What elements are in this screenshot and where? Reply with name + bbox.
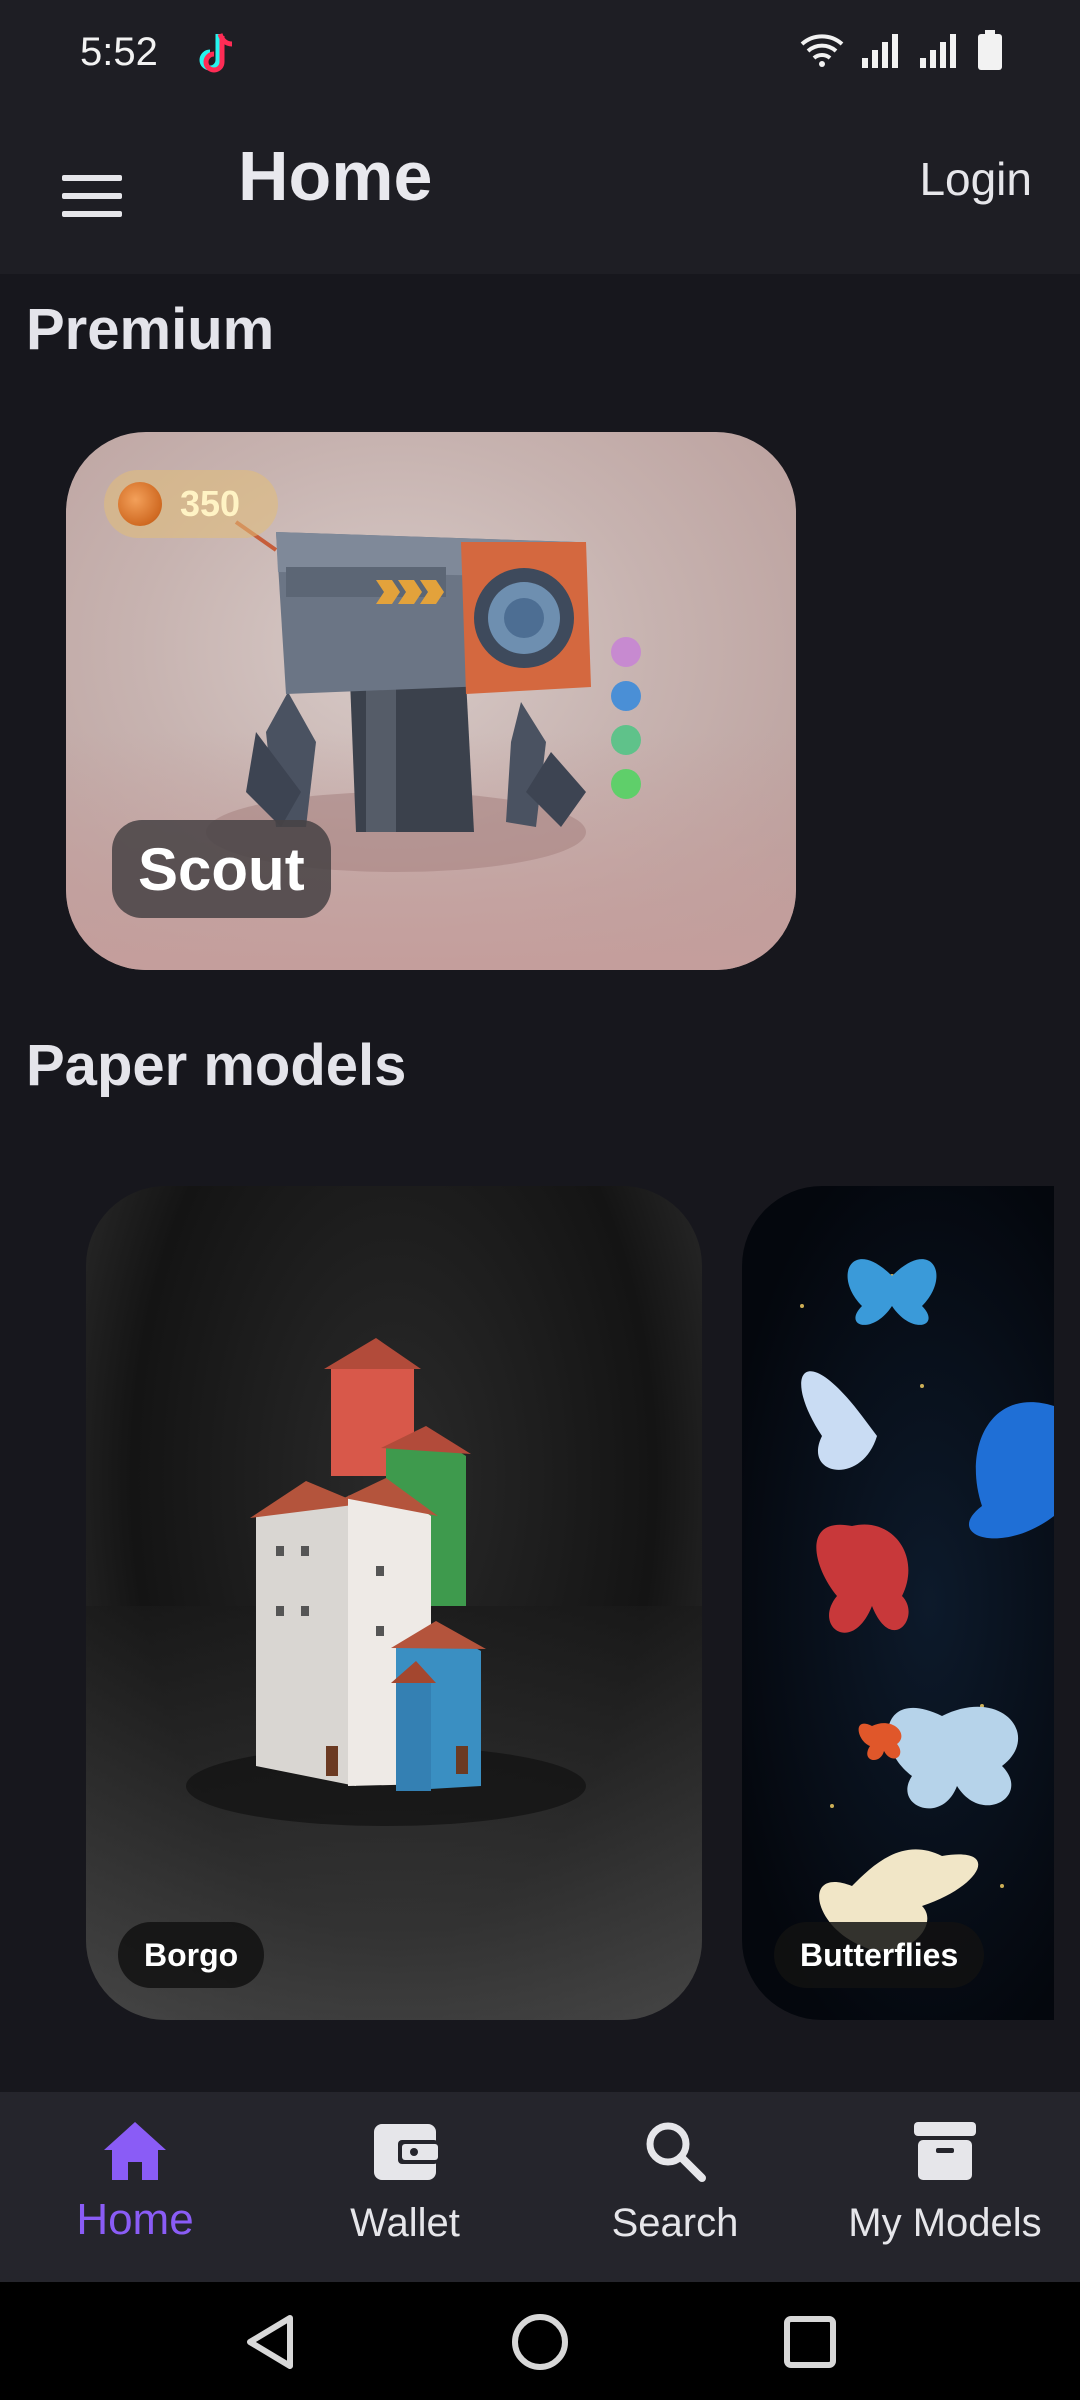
price-badge: 350	[104, 470, 278, 538]
search-icon	[642, 2120, 708, 2187]
back-icon[interactable]	[240, 2312, 300, 2372]
price-value: 350	[180, 483, 241, 524]
nav-search-label: Search	[611, 2201, 739, 2245]
paper-models-section-title: Paper models	[26, 1033, 407, 1098]
home-icon	[102, 2120, 168, 2187]
color-options	[611, 637, 641, 799]
butterflies-model-image	[800, 1259, 1054, 1952]
nav-wallet[interactable]: Wallet	[270, 2120, 540, 2270]
paper-model-card-butterflies[interactable]: Butterflies	[742, 1186, 1054, 2020]
premium-model-card[interactable]: 350 Scout	[66, 432, 796, 970]
tiktok-icon	[196, 30, 240, 76]
screen: 5:52 Home Login Premium 350 Scout Paper …	[0, 0, 1080, 2400]
battery-icon	[978, 30, 1002, 70]
model-name-borgo: Borgo	[118, 1922, 265, 1988]
status-time: 5:52	[80, 30, 158, 74]
color-option-pink[interactable]	[611, 637, 641, 667]
app-bar: Home Login	[0, 106, 1080, 274]
bottom-navigation: Home Wallet Search My Models	[0, 2092, 1080, 2282]
coin-icon	[118, 482, 162, 526]
home-circle-icon[interactable]	[510, 2312, 570, 2372]
wallet-icon	[372, 2120, 438, 2187]
hamburger-menu-icon[interactable]	[52, 156, 132, 236]
recents-square-icon[interactable]	[780, 2312, 840, 2372]
color-option-blue[interactable]	[611, 681, 641, 711]
status-bar: 5:52	[0, 0, 1080, 106]
nav-my-models[interactable]: My Models	[810, 2120, 1080, 2270]
login-button[interactable]: Login	[919, 152, 1032, 206]
premium-section-title: Premium	[26, 297, 275, 362]
model-name-butterflies: Butterflies	[774, 1922, 985, 1988]
nav-home[interactable]: Home	[0, 2120, 270, 2270]
status-icons	[800, 30, 1002, 70]
borgo-model-image	[86, 1338, 702, 2020]
color-option-teal[interactable]	[611, 725, 641, 755]
system-navigation-bar	[0, 2282, 1080, 2400]
nav-home-label: Home	[76, 2195, 194, 2244]
archive-box-icon	[912, 2120, 978, 2187]
color-option-green[interactable]	[611, 769, 641, 799]
nav-search[interactable]: Search	[540, 2120, 810, 2270]
signal-icon	[920, 32, 960, 68]
nav-wallet-label: Wallet	[350, 2201, 460, 2245]
page-title: Home	[238, 137, 433, 215]
paper-model-card-borgo[interactable]: Borgo	[86, 1186, 702, 2020]
nav-my-models-label: My Models	[848, 2201, 1042, 2245]
wifi-icon	[800, 32, 844, 68]
signal-icon	[862, 32, 902, 68]
premium-model-name: Scout	[112, 820, 331, 918]
